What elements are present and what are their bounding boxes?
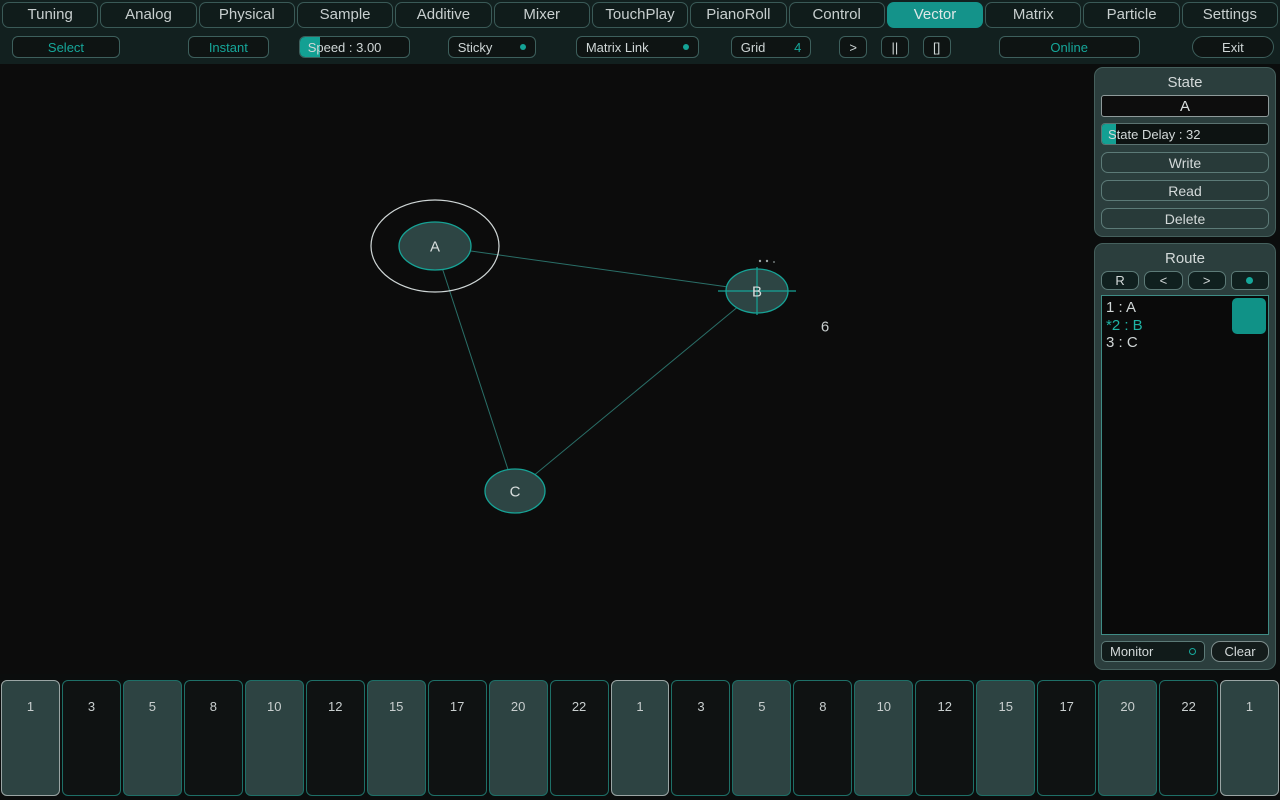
route-reset-button[interactable]: R — [1101, 271, 1139, 290]
keyboard-key[interactable]: 10 — [854, 680, 913, 796]
keyboard-key[interactable]: 1 — [1220, 680, 1279, 796]
tab-matrix[interactable]: Matrix — [985, 2, 1081, 28]
grid-stepper[interactable]: Grid 4 — [731, 36, 812, 58]
clear-button[interactable]: Clear — [1211, 641, 1269, 662]
sticky-toggle[interactable]: Sticky — [448, 36, 536, 58]
node-b-label: B — [752, 284, 762, 301]
right-sidebar: State A State Delay : 32 Write Read Dele… — [1090, 64, 1280, 674]
matrix-link-toggle[interactable]: Matrix Link — [576, 36, 699, 58]
keyboard-key[interactable]: 15 — [367, 680, 426, 796]
keyboard-key[interactable]: 17 — [428, 680, 487, 796]
route-list-item[interactable]: 3 : C — [1106, 334, 1264, 352]
delete-button[interactable]: Delete — [1101, 208, 1269, 229]
online-button[interactable]: Online — [999, 36, 1140, 58]
tab-physical[interactable]: Physical — [199, 2, 295, 28]
matrix-link-label: Matrix Link — [586, 40, 649, 55]
tab-pianoroll[interactable]: PianoRoll — [690, 2, 786, 28]
vector-toolbar: Select Instant Speed : 3.00 Sticky Matri… — [0, 30, 1280, 64]
main-tab-bar: TuningAnalogPhysicalSampleAdditiveMixerT… — [0, 0, 1280, 30]
tab-tuning[interactable]: Tuning — [2, 2, 98, 28]
edges-layer — [435, 246, 757, 491]
keyboard-key[interactable]: 20 — [1098, 680, 1157, 796]
tab-sample[interactable]: Sample — [297, 2, 393, 28]
state-delay-label: State Delay : 32 — [1102, 127, 1201, 142]
keyboard-key[interactable]: 3 — [671, 680, 730, 796]
monitor-toggle[interactable]: Monitor — [1101, 641, 1205, 662]
grid-label: Grid — [741, 40, 766, 55]
tab-analog[interactable]: Analog — [100, 2, 196, 28]
keyboard-key[interactable]: 22 — [550, 680, 609, 796]
sticky-label: Sticky — [458, 40, 493, 55]
keyboard-key[interactable]: 20 — [489, 680, 548, 796]
route-list[interactable]: 1 : A*2 : B3 : C — [1101, 295, 1269, 635]
edge-B-C — [515, 291, 757, 491]
tab-additive[interactable]: Additive — [395, 2, 491, 28]
route-panel: Route R < > 1 : A*2 : B3 : C Monitor Cle… — [1094, 243, 1276, 670]
keyboard-key[interactable]: 15 — [976, 680, 1035, 796]
keyboard-key[interactable]: 10 — [245, 680, 304, 796]
node-b-marker-dot-icon — [773, 261, 775, 263]
exit-button[interactable]: Exit — [1192, 36, 1274, 58]
node-a[interactable]: A — [371, 200, 499, 292]
route-record-button[interactable] — [1231, 271, 1269, 290]
route-panel-title: Route — [1101, 249, 1269, 271]
matrix-link-status-dot-icon — [683, 44, 689, 50]
route-prev-button[interactable]: < — [1144, 271, 1182, 290]
keyboard-key[interactable]: 8 — [793, 680, 852, 796]
keyboard-key[interactable]: 3 — [62, 680, 121, 796]
bottom-keyboard-strip: 135810121517202213581012151720221 — [0, 674, 1280, 800]
vector-graph[interactable]: A B C 6 — [0, 64, 1090, 674]
tab-control[interactable]: Control — [789, 2, 885, 28]
keyboard-key[interactable]: 12 — [915, 680, 974, 796]
read-button[interactable]: Read — [1101, 180, 1269, 201]
stop-button[interactable]: [] — [923, 36, 951, 58]
node-b-marker-dot-icon — [759, 260, 761, 262]
grid-value: 4 — [794, 40, 801, 55]
node-a-label: A — [430, 239, 440, 256]
nodes-layer: A B C — [371, 200, 796, 513]
keyboard-key[interactable]: 22 — [1159, 680, 1218, 796]
monitor-status-ring-icon — [1189, 648, 1196, 655]
canvas-number-marker: 6 — [821, 319, 829, 336]
keyboard-key[interactable]: 12 — [306, 680, 365, 796]
keyboard-key[interactable]: 1 — [1, 680, 60, 796]
tab-particle[interactable]: Particle — [1083, 2, 1179, 28]
select-button[interactable]: Select — [12, 36, 120, 58]
state-panel-title: State — [1101, 73, 1269, 95]
keyboard-key[interactable]: 1 — [611, 680, 670, 796]
keyboard-key[interactable]: 8 — [184, 680, 243, 796]
route-button-row: R < > — [1101, 271, 1269, 290]
keyboard-key[interactable]: 17 — [1037, 680, 1096, 796]
node-c[interactable]: C — [485, 469, 545, 513]
vector-canvas[interactable]: A B C 6 — [0, 64, 1090, 674]
node-c-label: C — [510, 484, 521, 501]
write-button[interactable]: Write — [1101, 152, 1269, 173]
keyboard-key[interactable]: 5 — [123, 680, 182, 796]
route-list-scrollbar[interactable] — [1232, 298, 1266, 334]
node-b[interactable]: B — [718, 267, 796, 315]
state-value-field[interactable]: A — [1101, 95, 1269, 117]
record-dot-icon — [1246, 277, 1253, 284]
sticky-status-dot-icon — [520, 44, 526, 50]
speed-slider[interactable]: Speed : 3.00 — [299, 36, 410, 58]
keyboard-key[interactable]: 5 — [732, 680, 791, 796]
route-footer: Monitor Clear — [1101, 641, 1269, 662]
tab-settings[interactable]: Settings — [1182, 2, 1278, 28]
tab-touchplay[interactable]: TouchPlay — [592, 2, 688, 28]
speed-label: Speed : 3.00 — [300, 40, 382, 55]
edge-A-C — [435, 246, 515, 491]
monitor-label: Monitor — [1110, 644, 1153, 659]
route-next-button[interactable]: > — [1188, 271, 1226, 290]
tab-vector[interactable]: Vector — [887, 2, 983, 28]
state-delay-slider[interactable]: State Delay : 32 — [1101, 123, 1269, 145]
edge-A-B — [435, 246, 757, 291]
pause-button[interactable]: || — [881, 36, 909, 58]
vector-app-window: TuningAnalogPhysicalSampleAdditiveMixerT… — [0, 0, 1280, 800]
tab-mixer[interactable]: Mixer — [494, 2, 590, 28]
node-b-marker-dot-icon — [766, 260, 768, 262]
play-button[interactable]: > — [839, 36, 867, 58]
state-panel: State A State Delay : 32 Write Read Dele… — [1094, 67, 1276, 237]
instant-button[interactable]: Instant — [188, 36, 269, 58]
